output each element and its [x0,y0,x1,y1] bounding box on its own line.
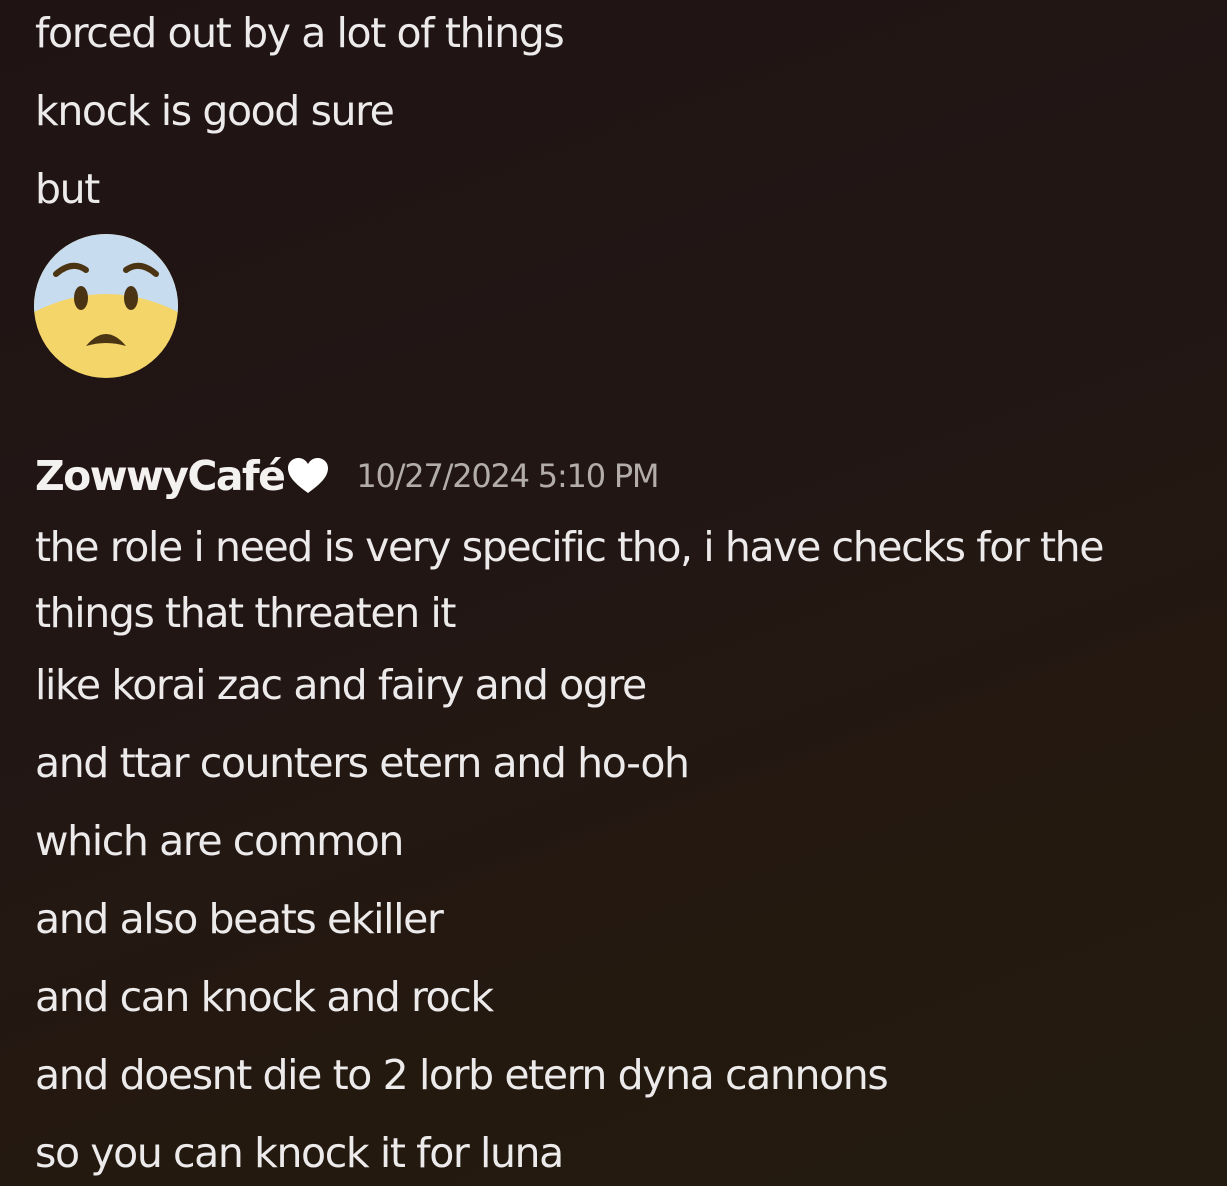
fearful-face-emoji[interactable] [34,234,178,378]
message-line: so you can knock it for luna [35,1129,564,1177]
message-line: and doesnt die to 2 lorb etern dyna cann… [35,1051,889,1099]
message-line: and ttar counters etern and ho-oh [35,739,690,787]
white-heart-icon [286,456,330,496]
message-header: ZowwyCafé 10/27/2024 5:10 PM [35,448,660,504]
message-line: but [35,165,100,213]
message-line: the role i need is very specific tho, i … [35,523,1104,637]
message-line: like korai zac and fairy and ogre [35,661,647,709]
message-timestamp[interactable]: 10/27/2024 5:10 PM [356,457,659,495]
message-line: forced out by a lot of things [35,9,565,57]
fearful-face-icon [34,234,178,378]
message-line: knock is good sure [35,87,395,135]
message-line: and can knock and rock [35,973,494,1021]
username[interactable]: ZowwyCafé [35,452,286,500]
message-line: and also beats ekiller [35,895,444,943]
message-line: which are common [35,817,404,865]
